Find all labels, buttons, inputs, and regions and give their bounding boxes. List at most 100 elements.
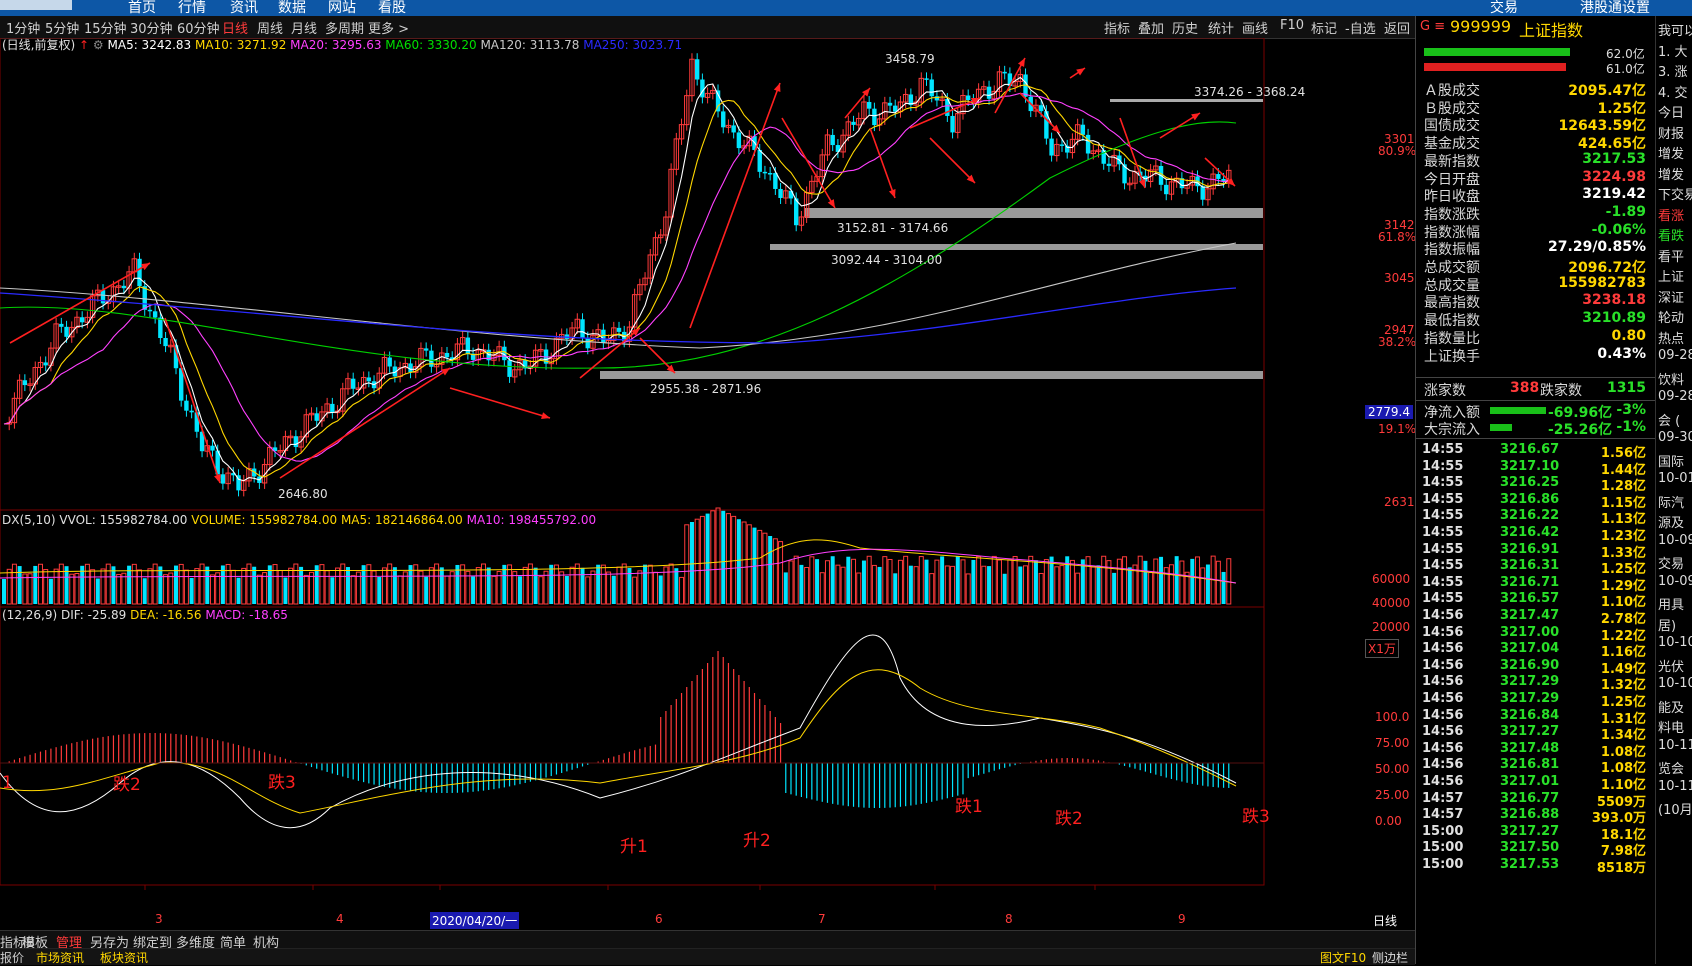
nav-quotes[interactable]: 行情 — [178, 0, 206, 17]
news-sidebar-item[interactable]: 热点 — [1658, 328, 1684, 347]
tick-row: 14:56 3217.29 1.32亿 — [1420, 674, 1650, 693]
down-count: 1315 — [1607, 380, 1646, 396]
nav-website[interactable]: 网站 — [328, 0, 356, 17]
news-sidebar[interactable]: 我可以1. 大3. 涨4. 交今日财报增发增发下交易看涨看跌看平上证深证轮动热点… — [1655, 16, 1692, 964]
status-tab-quote[interactable]: 报价 — [0, 949, 24, 966]
news-sidebar-item[interactable]: 10-09 — [1658, 533, 1692, 548]
news-sidebar-item[interactable]: 增发 — [1658, 164, 1684, 183]
status-sidebar[interactable]: 侧边栏 — [1372, 949, 1408, 966]
news-sidebar-item[interactable]: 饮料 — [1658, 369, 1684, 388]
period-multi[interactable]: 多周期 — [325, 18, 364, 37]
nav-stock[interactable]: 看股 — [378, 0, 406, 17]
news-sidebar-item[interactable]: 览会 — [1658, 758, 1684, 777]
dif-line — [0, 634, 1237, 829]
volume-bar — [1101, 555, 1107, 605]
news-sidebar-item[interactable]: 10-10 — [1658, 676, 1692, 691]
news-sidebar-item[interactable]: 1. 大 — [1658, 41, 1688, 60]
news-sidebar-item[interactable]: 居) — [1658, 615, 1676, 634]
news-sidebar-item[interactable]: 4. 交 — [1658, 82, 1688, 101]
vol-axis-20000: 20000 — [1372, 620, 1411, 634]
nav-news[interactable]: 资讯 — [230, 0, 258, 17]
news-sidebar-item[interactable]: 下交易 — [1658, 184, 1692, 203]
news-sidebar-item[interactable]: 我可以 — [1658, 20, 1692, 39]
news-sidebar-item[interactable]: 交易 — [1658, 553, 1684, 572]
period-15min[interactable]: 15分钟 — [84, 18, 127, 37]
nav-home[interactable]: 首页 — [128, 0, 156, 17]
tool-overlay[interactable]: 叠加 — [1138, 18, 1164, 37]
status-f10[interactable]: 图文F10 — [1320, 949, 1366, 966]
ma20-label: MA20: 3295.63 — [290, 38, 382, 52]
news-sidebar-item[interactable]: 09-28 — [1658, 389, 1692, 404]
volume-bar — [517, 576, 522, 604]
news-sidebar-item[interactable]: 看跌 — [1658, 225, 1684, 244]
period-1min[interactable]: 1分钟 — [6, 18, 40, 37]
news-sidebar-item[interactable]: 09-30 — [1658, 430, 1692, 445]
news-sidebar-item[interactable]: 财报 — [1658, 123, 1684, 142]
period-more[interactable]: 更多 > — [368, 18, 409, 37]
news-sidebar-item[interactable]: (10月 — [1658, 799, 1692, 818]
tick-row: 15:00 3217.50 7.98亿 — [1420, 840, 1650, 859]
tool-watchlist[interactable]: -自选 — [1345, 18, 1376, 37]
news-sidebar-item[interactable]: 10-11 — [1658, 738, 1692, 753]
news-sidebar-item[interactable]: 看涨 — [1658, 205, 1684, 224]
tool-stats[interactable]: 统计 — [1208, 18, 1234, 37]
nav-data[interactable]: 数据 — [278, 0, 306, 17]
tool-indicator[interactable]: 指标 — [1104, 18, 1130, 37]
tool-mark[interactable]: 标记 — [1311, 18, 1337, 37]
status-tab-market-news[interactable]: 市场资讯 — [36, 949, 84, 966]
news-sidebar-item[interactable]: 能及 — [1658, 697, 1684, 716]
nav-hk-connect[interactable]: 港股通设置 — [1580, 0, 1650, 17]
news-sidebar-item[interactable]: 增发 — [1658, 143, 1684, 162]
period-daily[interactable]: 日线 — [222, 18, 248, 37]
news-sidebar-item[interactable]: 用具 — [1658, 594, 1684, 613]
settings-icon[interactable]: ⚙ — [93, 38, 104, 52]
news-sidebar-item[interactable]: 10-01 — [1658, 471, 1692, 486]
volume-bar — [355, 571, 361, 605]
trend-arrow — [869, 127, 896, 199]
news-sidebar-item[interactable]: 深证 — [1658, 287, 1684, 306]
news-sidebar-item[interactable]: 会 ( — [1658, 410, 1680, 429]
volume-bar — [736, 519, 741, 604]
volume-bar — [851, 558, 857, 605]
tool-f10[interactable]: F10 — [1280, 18, 1304, 33]
tool-history[interactable]: 历史 — [1172, 18, 1198, 37]
news-sidebar-item[interactable]: 上证 — [1658, 266, 1684, 285]
candle-body — [330, 403, 335, 413]
news-sidebar-item[interactable]: 光伏 — [1658, 656, 1684, 675]
macd-axis-100: 100.0 — [1375, 710, 1410, 724]
tick-time: 14:56 — [1422, 657, 1464, 673]
period-30min[interactable]: 30分钟 — [130, 18, 173, 37]
news-sidebar-item[interactable]: 10-10 — [1658, 635, 1692, 650]
news-sidebar-item[interactable]: 今日 — [1658, 102, 1684, 121]
news-sidebar-item[interactable]: 料电 — [1658, 717, 1684, 736]
nav-trade[interactable]: 交易 — [1490, 0, 1518, 17]
annotation-zone4: 2955.38 - 2871.96 — [650, 382, 762, 396]
x-axis-cursor-date: 2020/04/20/一 — [430, 912, 520, 929]
candle-body — [1200, 186, 1205, 200]
volume-bar — [549, 564, 554, 604]
news-sidebar-item[interactable]: 09-28 — [1658, 348, 1692, 363]
news-sidebar-item[interactable]: 10-09 — [1658, 574, 1692, 589]
news-sidebar-item[interactable]: 看平 — [1658, 246, 1684, 265]
panel-row-value: 27.29/0.85% — [1548, 239, 1646, 256]
period-5min[interactable]: 5分钟 — [45, 18, 79, 37]
candle-body — [1216, 174, 1221, 179]
news-sidebar-item[interactable]: 际汽 — [1658, 492, 1684, 511]
news-sidebar-item[interactable]: 源及 — [1658, 512, 1684, 531]
news-sidebar-item[interactable]: 3. 涨 — [1658, 61, 1688, 80]
annotation-zone3: 3092.44 - 3104.00 — [831, 253, 943, 267]
kline-chart-svg[interactable] — [0, 37, 1415, 930]
chart-area[interactable]: (日线,前复权) ↑ ⚙ MA5: 3242.83 MA10: 3271.92 … — [0, 37, 1416, 944]
volume-bar — [950, 565, 956, 605]
news-sidebar-item[interactable]: 轮动 — [1658, 307, 1684, 326]
news-sidebar-item[interactable]: 10-11 — [1658, 779, 1692, 794]
tool-draw[interactable]: 画线 — [1242, 18, 1268, 37]
volume-bar — [533, 567, 538, 604]
news-sidebar-item[interactable]: 国际 — [1658, 451, 1684, 470]
status-tab-sector-news[interactable]: 板块资讯 — [100, 949, 148, 966]
period-60min[interactable]: 60分钟 — [177, 18, 220, 37]
candle-body — [778, 188, 783, 198]
period-weekly[interactable]: 周线 — [257, 18, 283, 37]
tool-back[interactable]: 返回 — [1384, 18, 1410, 37]
period-monthly[interactable]: 月线 — [291, 18, 317, 37]
